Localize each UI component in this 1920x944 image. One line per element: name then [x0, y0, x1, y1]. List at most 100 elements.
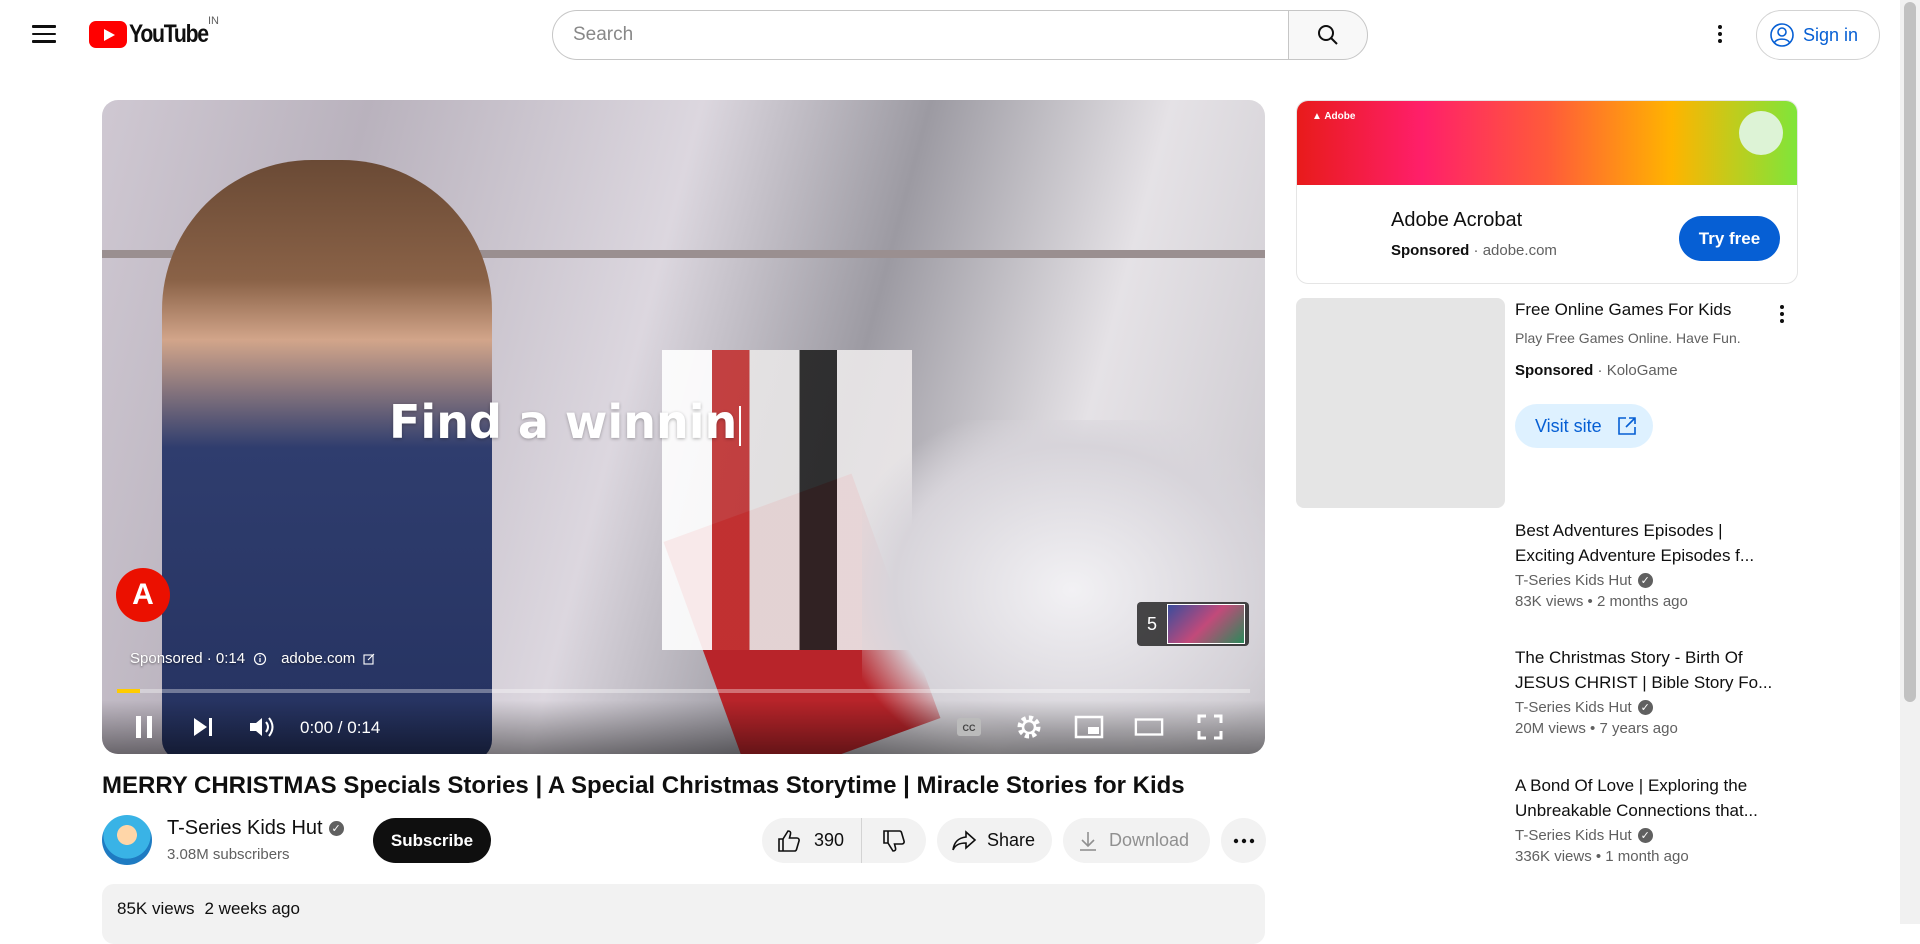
ad-domain-link[interactable]: adobe.com [281, 650, 355, 667]
external-link-icon [1617, 417, 1636, 435]
recommendation-item[interactable]: Best Adventures Episodes | Exciting Adven… [1515, 518, 1785, 610]
time-display: 0:00 / 0:14 [300, 718, 381, 737]
up-next-thumbnail[interactable]: 5 [1137, 602, 1249, 646]
player-controls: 0:00 / 0:14 CC [102, 700, 1265, 754]
sign-in-label: Sign in [1803, 24, 1859, 45]
ad-card-meta: Sponsored · adobe.com [1391, 242, 1557, 259]
channel-name[interactable]: T-Series Kids Hut ✓ [167, 817, 344, 840]
youtube-play-icon [89, 21, 127, 48]
recommendation-item[interactable]: The Christmas Story - Birth Of JESUS CHRI… [1515, 645, 1785, 737]
recommendation-channel: T-Series Kids Hut ✓ [1515, 699, 1785, 716]
external-link-icon [363, 653, 375, 665]
svg-text:CC: CC [963, 723, 976, 733]
visit-site-button[interactable]: Visit site [1515, 404, 1653, 448]
recommendation-channel: T-Series Kids Hut ✓ [1515, 572, 1785, 589]
side-ad-meta: Sponsored · KoloGame [1515, 362, 1678, 379]
scrollbar-thumb[interactable] [1904, 2, 1916, 702]
thumbs-up-icon [778, 829, 800, 852]
progress-fill [117, 689, 140, 693]
theater-mode-button[interactable] [1134, 712, 1164, 742]
volume-button[interactable] [247, 712, 277, 742]
recommendation-title: A Bond Of Love | Exploring the Unbreakabl… [1515, 776, 1758, 820]
thumbs-down-icon [883, 829, 905, 852]
skip-next-icon [194, 718, 212, 736]
search-icon [1318, 25, 1338, 45]
like-button[interactable]: 390 [762, 818, 862, 863]
subscribe-button[interactable]: Subscribe [373, 818, 491, 863]
top-bar: YouTube IN Sign in [0, 0, 1900, 70]
logo-text: YouTube [129, 20, 209, 48]
share-icon [952, 829, 977, 850]
pause-button[interactable] [129, 712, 159, 742]
video-title: MERRY CHRISTMAS Specials Stories | A Spe… [102, 772, 1185, 799]
volume-icon [250, 717, 274, 737]
miniplayer-button[interactable] [1074, 712, 1104, 742]
search-input[interactable] [552, 10, 1288, 60]
ad-banner-circle [1739, 111, 1783, 155]
country-code: IN [208, 15, 219, 27]
verified-icon: ✓ [1637, 573, 1653, 588]
gear-icon [1017, 715, 1041, 739]
download-button[interactable]: Download [1063, 818, 1210, 863]
channel-avatar[interactable] [102, 815, 152, 865]
ad-overlay-text: Find a winnin [389, 395, 742, 449]
side-ad-more-icon[interactable] [1772, 302, 1792, 326]
recommendation-meta: 83K views • 2 months ago [1515, 593, 1688, 610]
download-label: Download [1109, 830, 1190, 850]
fullscreen-button[interactable] [1195, 712, 1225, 742]
more-horizontal-icon [1233, 838, 1254, 843]
side-ad-thumbnail[interactable] [1296, 298, 1505, 508]
description-box[interactable]: 85K views 2 weeks ago [102, 884, 1265, 944]
like-count: 390 [814, 830, 845, 850]
theater-mode-icon [1134, 718, 1164, 736]
page-scrollbar[interactable] [1900, 0, 1920, 924]
settings-button[interactable] [1014, 712, 1044, 742]
pause-icon [136, 716, 152, 738]
side-ad-description: Play Free Games Online. Have Fun. [1515, 330, 1741, 346]
share-label: Share [987, 830, 1036, 850]
next-video-preview [1167, 604, 1245, 644]
recommendation-title: The Christmas Story - Birth Of JESUS CHRI… [1515, 648, 1773, 692]
side-ad-title[interactable]: Free Online Games For Kids [1515, 300, 1731, 320]
visit-site-label: Visit site [1535, 415, 1602, 436]
publish-date: 2 weeks ago [204, 899, 300, 918]
more-actions-button[interactable] [1221, 818, 1266, 863]
recommendation-meta: 336K views • 1 month ago [1515, 848, 1689, 865]
youtube-logo[interactable]: YouTube IN [89, 15, 222, 49]
info-icon[interactable] [253, 652, 267, 666]
like-dislike-group: 390 [762, 818, 926, 863]
fullscreen-icon [1197, 714, 1223, 740]
progress-bar[interactable] [117, 689, 1250, 693]
miniplayer-icon [1074, 715, 1104, 739]
share-button[interactable]: Share [937, 818, 1052, 863]
verified-icon: ✓ [1637, 828, 1653, 843]
ad-info: Sponsored · 0:14 adobe.com [130, 650, 375, 667]
skip-countdown: 5 [1146, 613, 1157, 634]
try-free-button[interactable]: Try free [1679, 216, 1780, 261]
recommendation-item[interactable]: A Bond Of Love | Exploring the Unbreakabl… [1515, 773, 1785, 865]
sign-in-button[interactable]: Sign in [1756, 10, 1880, 60]
verified-icon: ✓ [1637, 700, 1653, 715]
recommendation-meta: 20M views • 7 years ago [1515, 720, 1678, 737]
account-icon [1770, 23, 1794, 47]
adobe-logo: ▲ Adobe [1312, 111, 1356, 122]
companion-ad-card[interactable]: ▲ Adobe Adobe Acrobat Sponsored · adobe.… [1296, 100, 1798, 284]
dislike-button[interactable] [862, 828, 926, 854]
search-button[interactable] [1288, 10, 1368, 60]
advertiser-logo[interactable]: A [116, 568, 170, 622]
video-player[interactable]: Find a winnin A Sponsored · 0:14 adobe.c… [102, 100, 1265, 754]
ad-banner: ▲ Adobe [1297, 101, 1797, 185]
settings-more-icon[interactable] [1710, 22, 1730, 50]
recommendation-channel: T-Series Kids Hut ✓ [1515, 827, 1785, 844]
recommendation-title: Best Adventures Episodes | Exciting Adven… [1515, 521, 1755, 565]
view-count: 85K views [117, 899, 195, 918]
verified-icon: ✓ [328, 821, 344, 836]
menu-icon[interactable] [28, 20, 60, 50]
ad-sponsored-label: Sponsored · 0:14 [130, 650, 246, 667]
ad-card-title: Adobe Acrobat [1391, 209, 1523, 231]
subscriber-count: 3.08M subscribers [167, 846, 290, 863]
next-button[interactable] [188, 712, 218, 742]
captions-icon: CC [957, 718, 981, 736]
captions-button[interactable]: CC [954, 712, 984, 742]
search-bar [552, 10, 1368, 60]
